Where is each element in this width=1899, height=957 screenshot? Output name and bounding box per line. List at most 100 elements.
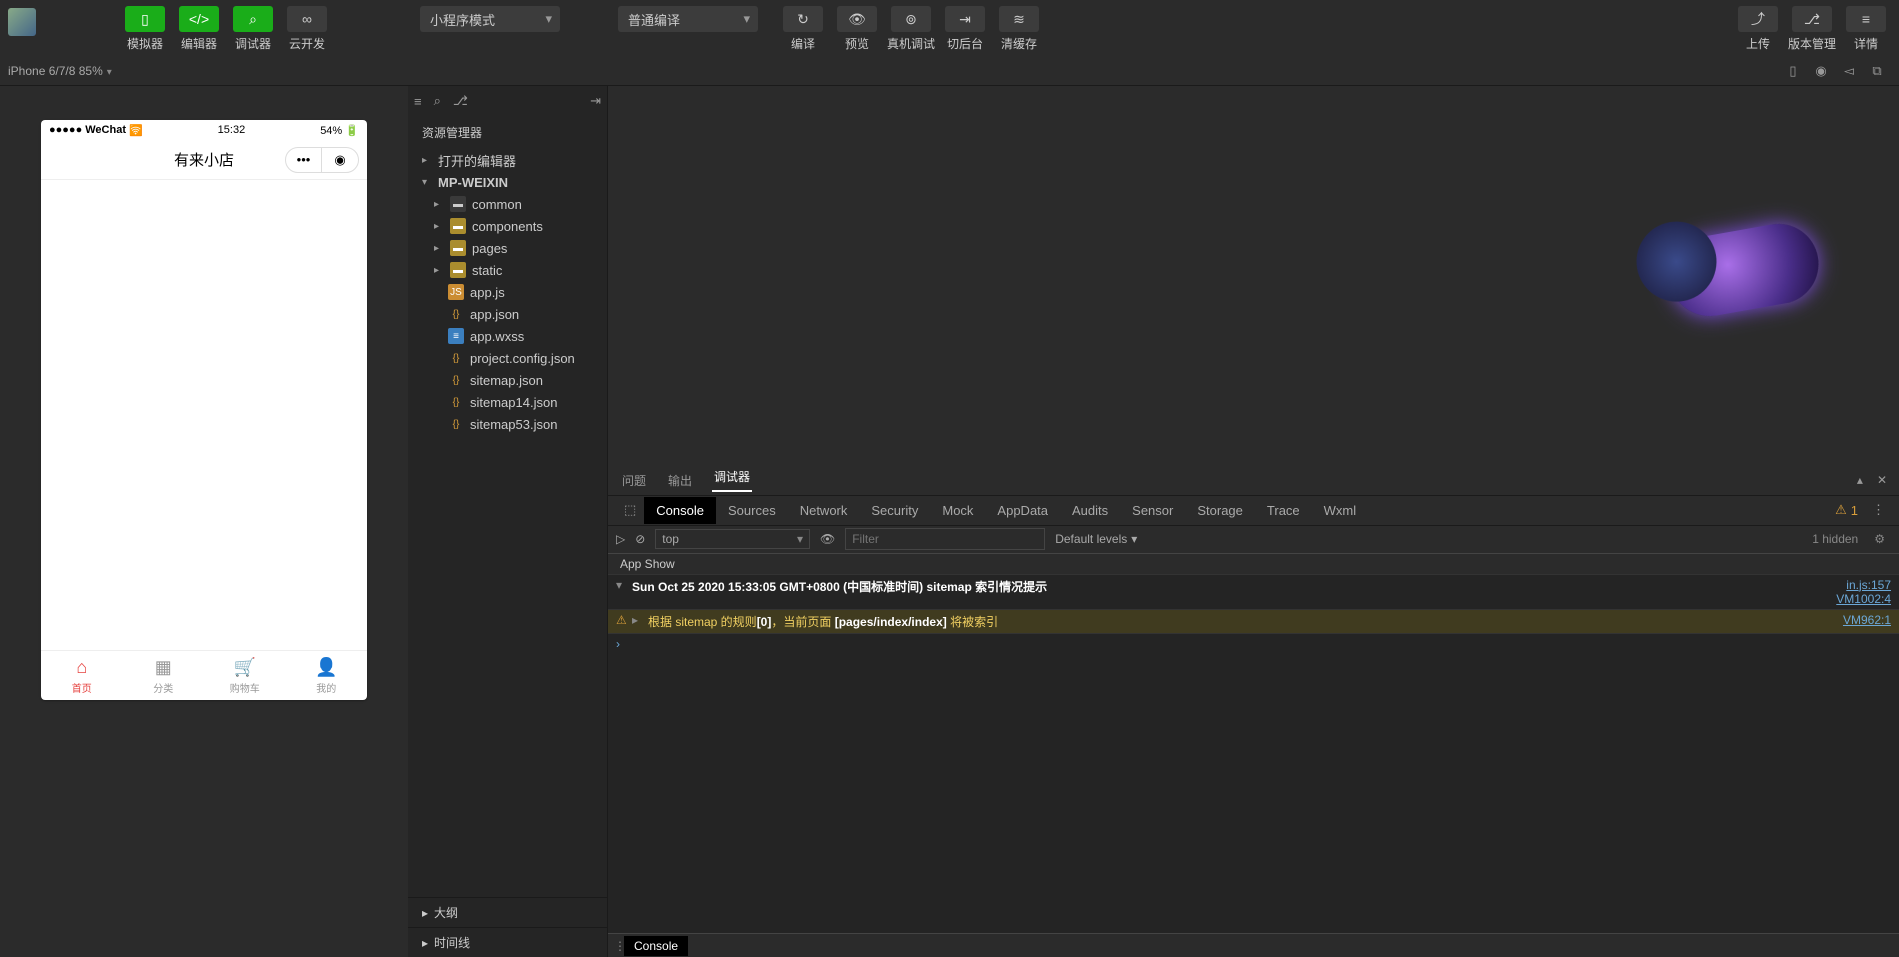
simulator-button[interactable]: ▯ 模拟器 bbox=[120, 6, 170, 52]
eye-icon[interactable]: 👁 bbox=[820, 532, 835, 546]
close-icon[interactable]: ✕ bbox=[1877, 473, 1887, 487]
file-app-js[interactable]: JSapp.js bbox=[408, 281, 607, 303]
file-tree: ▸打开的编辑器 ▾MP-WEIXIN ▸▬common ▸▬components… bbox=[408, 149, 607, 897]
dtab-security[interactable]: Security bbox=[859, 497, 930, 524]
clear-icon[interactable]: ⊘ bbox=[635, 532, 645, 546]
compile-button[interactable]: ↻ 编译 bbox=[778, 6, 828, 52]
device-select[interactable]: iPhone 6/7/8 85%▾ bbox=[8, 64, 112, 78]
upload-icon: ⤴ bbox=[1738, 6, 1778, 32]
clear-cache-label: 清缓存 bbox=[1001, 35, 1037, 52]
explorer-toolbar: ≡ ⌕ ⎇ ⇥ bbox=[408, 86, 607, 116]
explorer-panel: ≡ ⌕ ⎇ ⇥ 资源管理器 ▸打开的编辑器 ▾MP-WEIXIN ▸▬commo… bbox=[408, 86, 608, 957]
tab-debugger[interactable]: 调试器 bbox=[712, 468, 752, 492]
source-link[interactable]: VM962:1 bbox=[1833, 613, 1891, 627]
wxss-icon: ≡ bbox=[448, 328, 464, 344]
log-row-warn[interactable]: ⚠ ▸ 根据 sitemap 的规则[0]，当前页面 [pages/index/… bbox=[608, 610, 1899, 634]
file-app-json[interactable]: {}app.json bbox=[408, 303, 607, 325]
project-root[interactable]: ▾MP-WEIXIN bbox=[408, 171, 607, 193]
dtab-mock[interactable]: Mock bbox=[930, 497, 985, 524]
dtab-trace[interactable]: Trace bbox=[1255, 497, 1312, 524]
drawer-handle-icon[interactable]: ⋮ bbox=[608, 939, 624, 953]
tab-problems[interactable]: 问题 bbox=[620, 472, 648, 489]
compile-label: 编译 bbox=[791, 35, 815, 52]
real-debug-button[interactable]: ⊚ 真机调试 bbox=[886, 6, 936, 52]
explorer-title: 资源管理器 bbox=[408, 116, 607, 149]
refresh-icon: ↻ bbox=[783, 6, 823, 32]
levels-select[interactable]: Default levels ▾ bbox=[1055, 532, 1137, 546]
source-link[interactable]: in.js:157 bbox=[1846, 578, 1891, 592]
folder-static[interactable]: ▸▬static bbox=[408, 259, 607, 281]
outline-section[interactable]: ▸大纲 bbox=[408, 897, 607, 927]
open-editors-section[interactable]: ▸打开的编辑器 bbox=[408, 149, 607, 171]
json-icon: {} bbox=[448, 350, 464, 366]
file-app-wxss[interactable]: ≡app.wxss bbox=[408, 325, 607, 347]
folder-pages[interactable]: ▸▬pages bbox=[408, 237, 607, 259]
cloud-button[interactable]: ∞ 云开发 bbox=[282, 6, 332, 52]
phone-capsule: ••• ◉ bbox=[285, 147, 359, 173]
tab-home[interactable]: ⌂首页 bbox=[41, 651, 123, 700]
detail-button[interactable]: ≡ 详情 bbox=[1841, 6, 1891, 52]
play-icon[interactable]: ▷ bbox=[616, 532, 625, 546]
real-debug-label: 真机调试 bbox=[887, 35, 935, 52]
gear-icon[interactable]: ⚙ bbox=[1868, 532, 1891, 546]
kebab-icon[interactable]: ⋮ bbox=[1866, 502, 1891, 518]
avatar[interactable] bbox=[8, 8, 36, 36]
timeline-section[interactable]: ▸时间线 bbox=[408, 927, 607, 957]
clear-cache-button[interactable]: ≋ 清缓存 bbox=[994, 6, 1044, 52]
mode-select[interactable]: 小程序模式 bbox=[420, 6, 560, 32]
debug-panel: 问题 输出 调试器 ▴ ✕ ⬚ Console Sources Network … bbox=[608, 86, 1899, 957]
dtab-console[interactable]: Console bbox=[644, 497, 716, 524]
file-project-config[interactable]: {}project.config.json bbox=[408, 347, 607, 369]
tab-cart[interactable]: 🛒购物车 bbox=[204, 651, 286, 700]
collapse-icon[interactable]: ⇥ bbox=[590, 93, 601, 109]
search-icon[interactable]: ⌕ bbox=[434, 93, 441, 109]
phone-body[interactable] bbox=[41, 180, 367, 650]
upload-label: 上传 bbox=[1746, 35, 1770, 52]
console-prompt[interactable]: › bbox=[608, 634, 1899, 654]
compile-select[interactable]: 普通编译 bbox=[618, 6, 758, 32]
warn-count[interactable]: ⚠1 bbox=[1835, 502, 1866, 518]
dtab-storage[interactable]: Storage bbox=[1185, 497, 1255, 524]
dtab-appdata[interactable]: AppData bbox=[985, 497, 1060, 524]
editor-button[interactable]: </> 编辑器 bbox=[174, 6, 224, 52]
dtab-sources[interactable]: Sources bbox=[716, 497, 788, 524]
app-show-row[interactable]: App Show bbox=[608, 554, 1899, 575]
capsule-close-button[interactable]: ◉ bbox=[322, 148, 358, 172]
tab-output[interactable]: 输出 bbox=[666, 472, 694, 489]
tab-category[interactable]: ▦分类 bbox=[123, 651, 205, 700]
filter-input[interactable] bbox=[845, 528, 1045, 550]
folder-components[interactable]: ▸▬components bbox=[408, 215, 607, 237]
top-toolbar: ▯ 模拟器 </> 编辑器 ⌕ 调试器 ∞ 云开发 小程序模式 普通编译 ↻ 编… bbox=[0, 0, 1899, 56]
simulator-label: 模拟器 bbox=[127, 35, 163, 52]
log-row-info[interactable]: ▾ Sun Oct 25 2020 15:33:05 GMT+0800 (中国标… bbox=[608, 575, 1899, 610]
hidden-count[interactable]: 1 hidden bbox=[1812, 532, 1858, 546]
file-sitemap[interactable]: {}sitemap.json bbox=[408, 369, 607, 391]
tab-me[interactable]: 👤我的 bbox=[286, 651, 368, 700]
dtab-audits[interactable]: Audits bbox=[1060, 497, 1120, 524]
version-button[interactable]: ⎇ 版本管理 bbox=[1787, 6, 1837, 52]
context-select[interactable]: top bbox=[655, 529, 810, 549]
drawer-console-tab[interactable]: Console bbox=[624, 936, 688, 956]
background-button[interactable]: ⇥ 切后台 bbox=[940, 6, 990, 52]
capsule-menu-button[interactable]: ••• bbox=[286, 148, 322, 172]
send-icon[interactable]: ◅ bbox=[1835, 59, 1863, 83]
dtab-sensor[interactable]: Sensor bbox=[1120, 497, 1185, 524]
file-sitemap53[interactable]: {}sitemap53.json bbox=[408, 413, 607, 435]
record-icon[interactable]: ◉ bbox=[1807, 59, 1835, 83]
list-icon[interactable]: ≡ bbox=[414, 94, 422, 109]
sim-subbar: iPhone 6/7/8 85%▾ ▯ ◉ ◅ ⧉ bbox=[0, 56, 1899, 86]
preview-button[interactable]: 👁 预览 bbox=[832, 6, 882, 52]
minimize-icon[interactable]: ▴ bbox=[1857, 473, 1863, 487]
dtab-wxml[interactable]: Wxml bbox=[1312, 497, 1369, 524]
file-sitemap14[interactable]: {}sitemap14.json bbox=[408, 391, 607, 413]
upload-button[interactable]: ⤴ 上传 bbox=[1733, 6, 1783, 52]
branch-icon[interactable]: ⎇ bbox=[453, 93, 468, 109]
inspect-icon[interactable]: ⬚ bbox=[616, 502, 644, 518]
source-link[interactable]: VM1002:4 bbox=[1836, 592, 1891, 606]
debugger-button[interactable]: ⌕ 调试器 bbox=[228, 6, 278, 52]
folder-common[interactable]: ▸▬common bbox=[408, 193, 607, 215]
dtab-network[interactable]: Network bbox=[788, 497, 860, 524]
device-icon[interactable]: ▯ bbox=[1779, 59, 1807, 83]
popout-icon[interactable]: ⧉ bbox=[1863, 59, 1891, 83]
cart-icon: 🛒 bbox=[234, 657, 256, 678]
